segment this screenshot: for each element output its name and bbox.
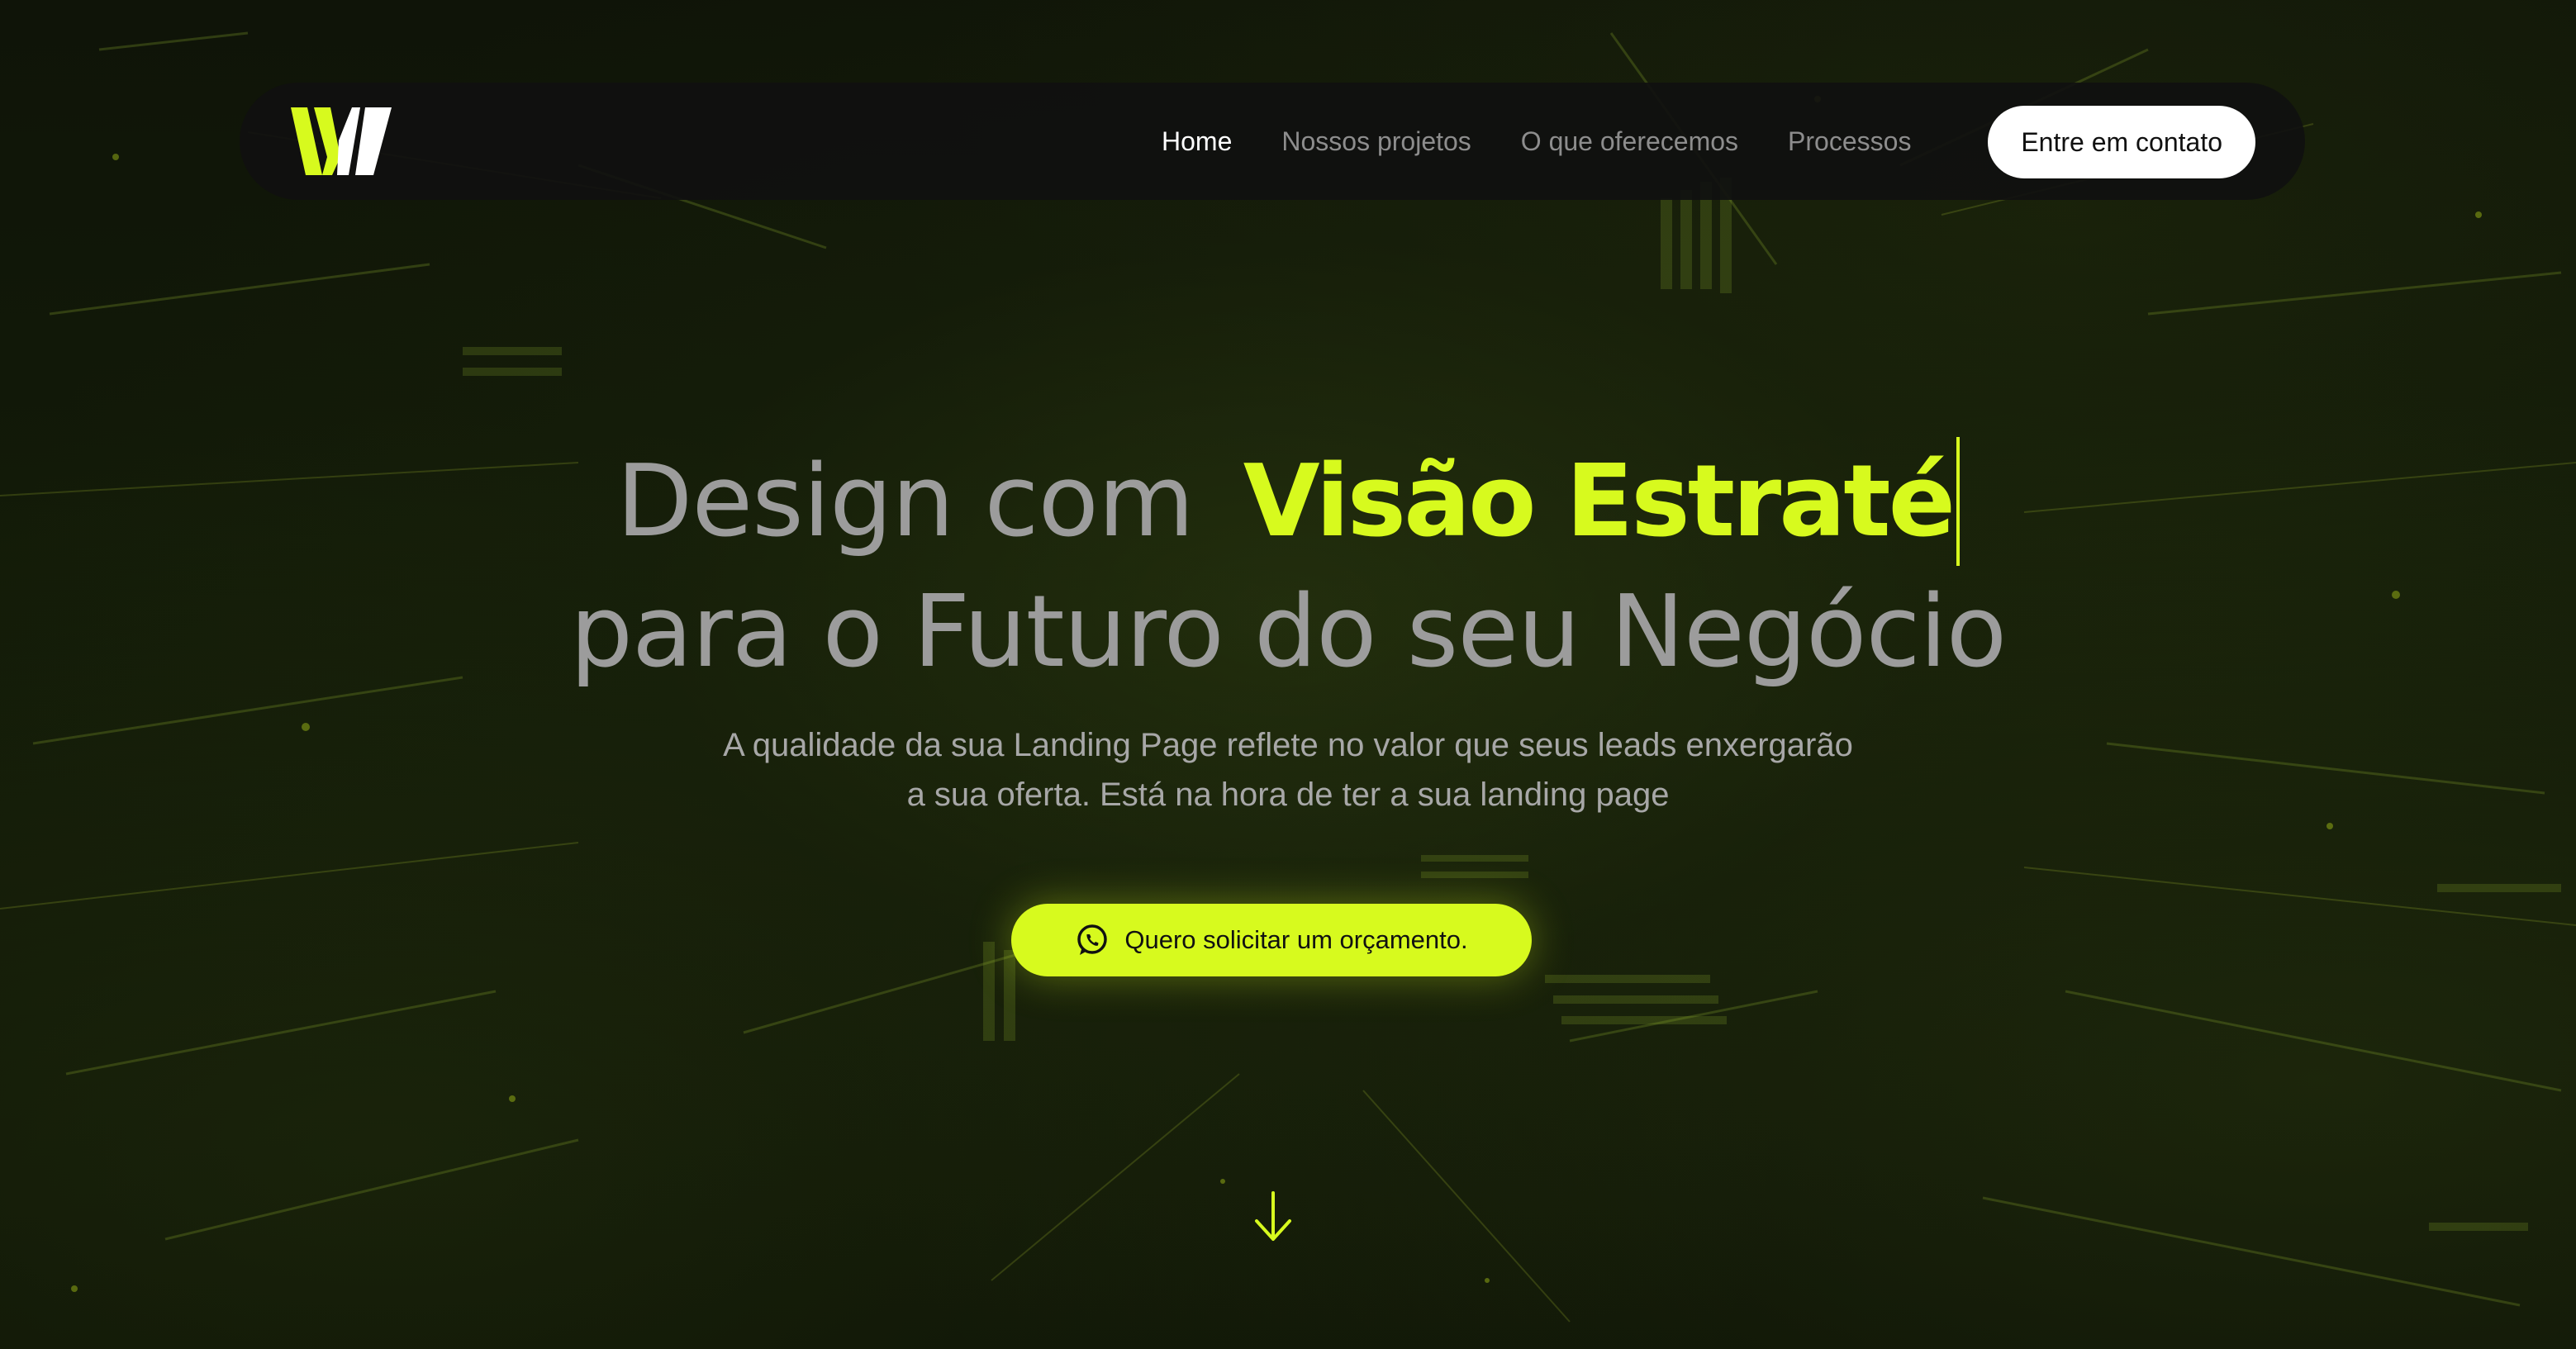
hero-title-line1: Design com Visão Estraté xyxy=(0,431,2576,572)
typing-caret xyxy=(1956,437,1960,566)
hero-title-accent: Visão Estraté xyxy=(1243,444,1956,559)
nav-links: Home Nossos projetos O que oferecemos Pr… xyxy=(1162,83,1961,200)
hero-subtitle-line1: A qualidade da sua Landing Page reflete … xyxy=(723,727,1853,763)
hero-title-prefix: Design com xyxy=(616,444,1195,559)
nav-link-projetos[interactable]: Nossos projetos xyxy=(1281,126,1471,157)
nav-link-oferecemos[interactable]: O que oferecemos xyxy=(1521,126,1738,157)
arrow-down-icon[interactable] xyxy=(1252,1190,1295,1244)
request-quote-button[interactable]: Quero solicitar um orçamento. xyxy=(1011,904,1532,976)
hero-title-line2: para o Futuro do seu Negócio xyxy=(569,575,2007,690)
w-logo-icon[interactable] xyxy=(291,107,392,175)
request-quote-label: Quero solicitar um orçamento. xyxy=(1124,925,1468,954)
contact-button[interactable]: Entre em contato xyxy=(1988,106,2255,178)
nav-link-processos[interactable]: Processos xyxy=(1788,126,1911,157)
nav-link-home[interactable]: Home xyxy=(1162,126,1232,157)
whatsapp-icon xyxy=(1077,924,1108,955)
hero-subtitle-line2: a sua oferta. Está na hora de ter a sua … xyxy=(906,777,1670,813)
hero-subtitle: A qualidade da sua Landing Page reflete … xyxy=(627,720,1949,819)
top-navbar: Home Nossos projetos O que oferecemos Pr… xyxy=(240,83,2305,200)
